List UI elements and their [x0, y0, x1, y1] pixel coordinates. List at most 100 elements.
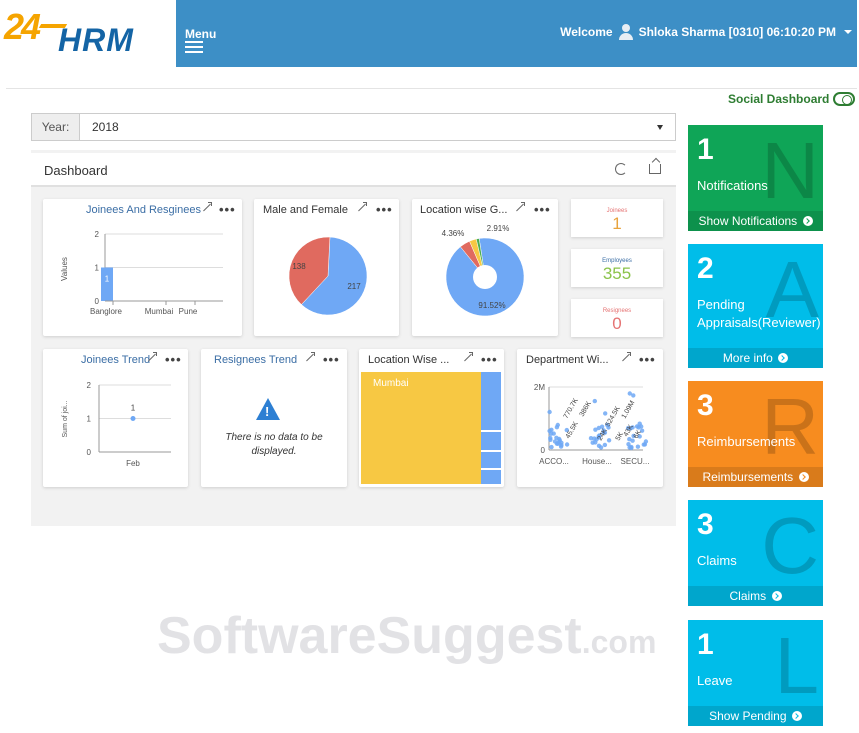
year-label: Year:	[32, 114, 80, 140]
tile-count: 3	[697, 508, 714, 541]
data-point	[547, 409, 552, 415]
expand-icon[interactable]	[304, 352, 315, 363]
slice-label: 4.36%	[442, 229, 465, 238]
tile-footer-link[interactable]: More info	[688, 348, 823, 368]
logo-text: HRM	[58, 22, 134, 58]
treemap-cell[interactable]	[481, 372, 501, 430]
watermark: SoftwareSuggest.com	[157, 607, 657, 665]
y-tick-label: 0	[87, 448, 92, 457]
joinees-resignees-chart: 0 1 2 Values 1 Banglore Mumbai Pune	[60, 230, 223, 316]
hamburger-icon[interactable]	[185, 41, 203, 53]
tile-footer-link[interactable]: Reimbursements	[688, 467, 823, 487]
point-label: 386K	[579, 400, 593, 418]
data-point	[592, 398, 597, 404]
y-tick-label: 2	[87, 381, 92, 390]
tile-footer-label: More info	[722, 351, 773, 365]
tile-title: Reimbursements	[697, 434, 796, 449]
joinees-resignees-card: Joinees And Resginees ••• 0 1 2 Values 1 Bang…	[43, 199, 242, 336]
treemap-cell[interactable]	[481, 451, 501, 468]
point-label: 1.09M	[621, 400, 637, 420]
resignees-stat[interactable]: Resignees 0	[571, 299, 663, 337]
data-point	[627, 391, 632, 396]
card-title: Resignees Trend	[214, 354, 298, 366]
treemap-cell[interactable]	[481, 469, 501, 484]
data-point	[130, 416, 136, 421]
department-wise-chart: 02MACCO... House... SECU...770.7K45.5K386K…	[534, 383, 650, 466]
user-name: Shloka Sharma [0310] 06:10:20 PM	[638, 25, 836, 39]
pie-hole	[473, 265, 497, 289]
x-tick-label: Pune	[179, 307, 198, 316]
tile-title: Notifications	[697, 178, 768, 193]
tile-footer-link[interactable]: Show Notifications	[688, 211, 823, 231]
y-tick-label: 1	[87, 415, 92, 424]
point-label: 524.5K	[605, 405, 622, 428]
tile-a: 2 A Pending Appraisals(Reviewer) More info	[688, 244, 823, 368]
treemap-cell[interactable]	[481, 431, 501, 450]
user-menu[interactable]: Welcome Shloka Sharma [0310] 06:10:20 PM	[560, 24, 852, 40]
data-point	[641, 442, 646, 447]
location-wise-card: Location Wise ... ••• Mumbai	[359, 349, 504, 487]
tile-letter: N	[761, 126, 819, 215]
data-point	[636, 425, 641, 430]
slice-label: 2.91%	[487, 224, 510, 233]
tile-footer-label: Reimbursements	[702, 470, 794, 484]
no-data-message: There is no data to be displayed.	[225, 432, 323, 457]
data-point	[630, 438, 635, 443]
data-point	[635, 444, 641, 449]
data-point	[554, 425, 560, 430]
tile-count: 1	[697, 133, 714, 166]
tile-n: 1 N Notifications Show Notifications	[688, 125, 823, 231]
data-point	[602, 442, 608, 448]
y-axis-label: Sum of joi...	[62, 400, 69, 437]
menu-label[interactable]: Menu	[185, 27, 216, 41]
male-female-card: Male and Female ••• 217 138	[254, 199, 399, 336]
tile-footer-link[interactable]: Claims	[688, 586, 823, 606]
export-icon[interactable]	[649, 164, 661, 174]
arrow-right-icon	[778, 353, 789, 363]
expand-icon[interactable]	[462, 352, 473, 363]
data-point	[593, 427, 598, 432]
stat-value: 1	[612, 214, 622, 233]
y-tick-label: 0	[541, 446, 546, 455]
social-dashboard-toggle[interactable]: Social Dashboard	[728, 92, 856, 106]
divider	[6, 88, 857, 89]
x-tick-label: Feb	[126, 459, 140, 468]
tile-letter: C	[761, 501, 819, 590]
social-dashboard-label: Social Dashboard	[728, 92, 830, 106]
tile-r: 3 R Reimbursements Reimbursements	[688, 381, 823, 487]
tile-count: 1	[697, 628, 714, 661]
stat-value: 0	[612, 314, 622, 333]
x-tick-label: Mumbai	[145, 307, 174, 316]
tile-title: Pending Appraisals(Reviewer)	[697, 297, 821, 330]
department-wise-card: Department Wi... ••• 0 2M ACCO... House... S…	[517, 349, 663, 487]
year-filter: Year: 2018	[31, 113, 676, 141]
data-point	[606, 438, 612, 443]
more-options-icon[interactable]: •••	[481, 352, 498, 367]
refresh-icon[interactable]	[615, 163, 627, 175]
data-point	[603, 411, 608, 416]
data-point	[548, 437, 553, 442]
toggle-icon[interactable]	[833, 92, 856, 106]
joinees-stat[interactable]: Joinees 1	[571, 199, 663, 237]
tile-count: 2	[697, 252, 714, 285]
data-point	[598, 445, 604, 450]
point-label: 770.7K	[563, 397, 580, 420]
treemap-cell-mumbai[interactable]: Mumbai	[361, 372, 481, 484]
year-select[interactable]: 2018	[80, 114, 675, 140]
slice-label: 91.52%	[478, 301, 505, 310]
x-tick-label: House...	[582, 457, 612, 466]
tile-footer-link[interactable]: Show Pending	[688, 706, 823, 726]
more-options-icon[interactable]: •••	[323, 352, 340, 367]
data-point	[552, 439, 558, 444]
tile-l: 1 L Leave Show Pending	[688, 620, 823, 726]
logo-number: 24	[4, 6, 41, 47]
welcome-text: Welcome	[560, 25, 613, 39]
employees-stat[interactable]: Employees 355	[571, 249, 663, 287]
y-tick-label: 2	[95, 230, 100, 239]
top-navbar: Menu Welcome Shloka Sharma [0310] 06:10:…	[176, 0, 857, 67]
stat-value: 355	[602, 264, 632, 283]
data-point	[549, 444, 554, 450]
x-tick-label: Banglore	[90, 307, 123, 316]
logo[interactable]: 24 HRM	[0, 0, 176, 66]
tile-letter: L	[774, 621, 820, 710]
